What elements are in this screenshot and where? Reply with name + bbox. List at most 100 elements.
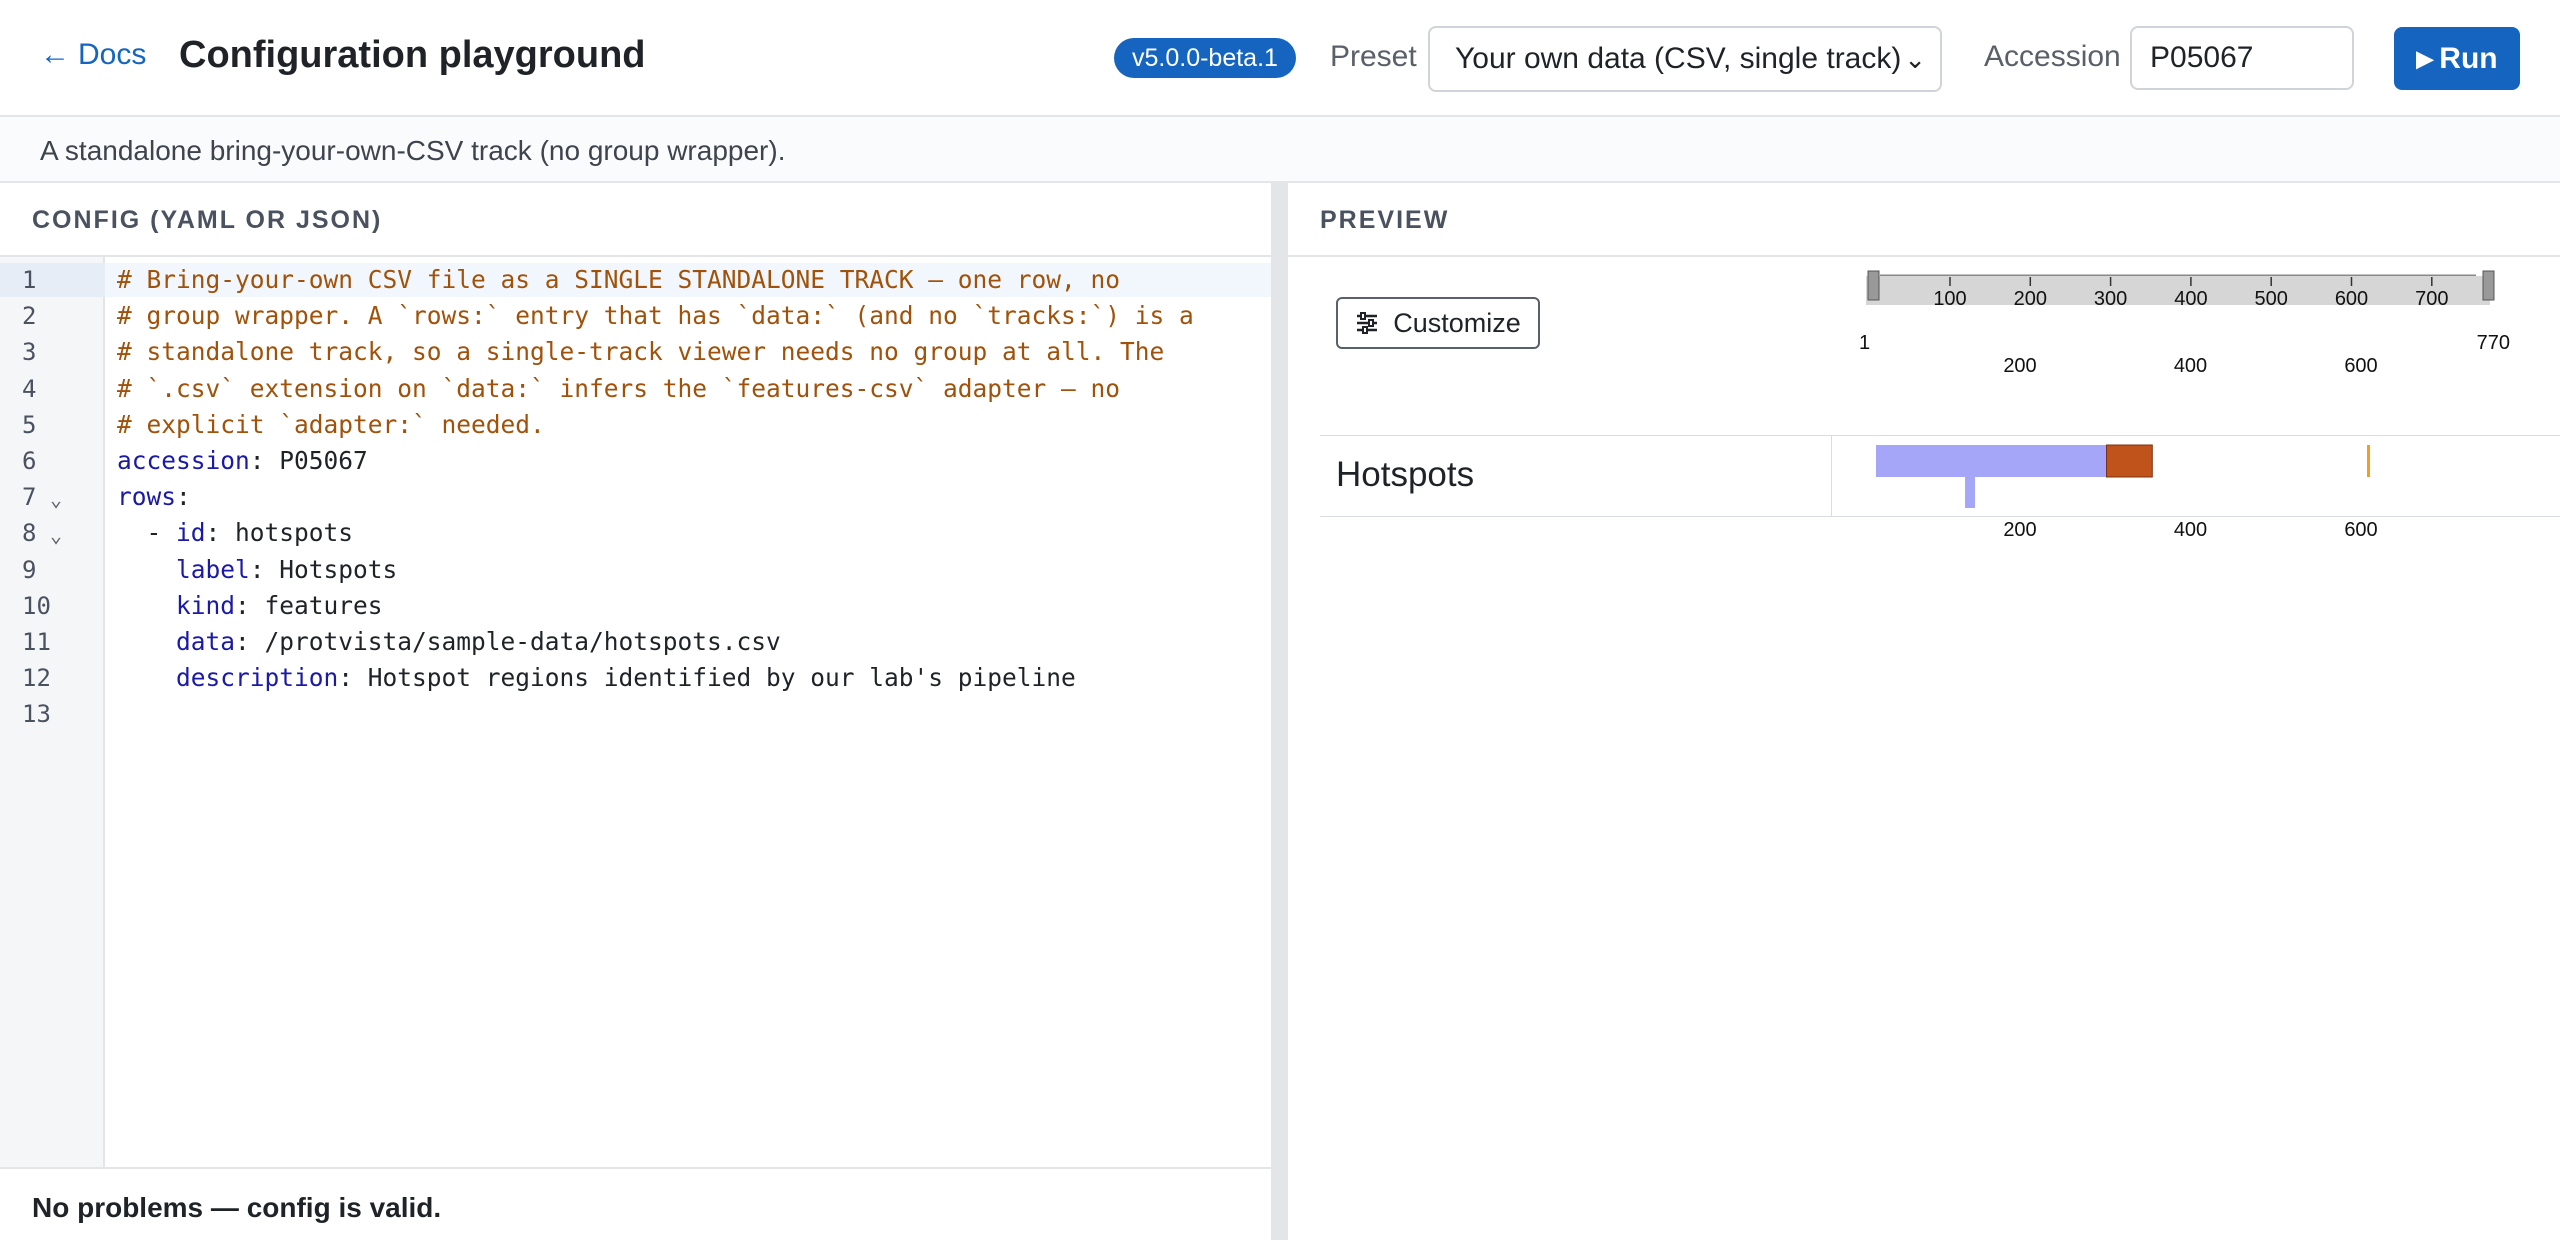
line-number-text: 1 [22,266,37,294]
line-number-text: 6 [22,446,37,475]
yaml-value: hotspots [220,518,354,548]
line-number-text: 11 [22,627,51,656]
line-number: 4 [0,372,105,408]
track-feature[interactable] [2367,445,2371,477]
code-indent: - [117,518,177,548]
yaml-value: P05067 [264,445,368,475]
code-line: # Bring-your-own CSV file as a SINGLE ST… [117,263,1271,299]
ruler-tick-label: 400 [2174,288,2207,310]
preset-select-value: Your own data (CSV, single track) [1455,42,1902,75]
track-feature[interactable] [1876,445,2107,477]
version-badge: v5.0.0-beta.1 [1114,38,1296,78]
code-line: - id: hotspots [117,518,354,548]
yaml-key: accession [117,445,250,475]
ruler-tick-label: 600 [2335,288,2368,310]
ruler-tick-label: 200 [2014,288,2047,310]
pane-resize-handle[interactable] [1271,183,1288,1240]
line-number-text: 5 [22,410,37,439]
preset-description: A standalone bring-your-own-CSV track (n… [40,135,786,166]
ruler-tick-label: 300 [2094,288,2127,310]
line-number-text: 9 [22,555,37,584]
docs-back-link[interactable]: ← Docs [40,38,146,72]
yaml-key: kind [176,590,236,620]
yaml-key: data [176,626,236,656]
code-editor[interactable]: # Bring-your-own CSV file as a SINGLE ST… [117,263,1271,733]
preset-description-bar: A standalone bring-your-own-CSV track (n… [0,117,2560,183]
line-number: 7 ⌄ [0,480,105,516]
preset-label: Preset [1330,40,1417,73]
code-comment: # Bring-your-own CSV file as a SINGLE ST… [117,265,1121,294]
line-number-text: 3 [22,338,37,367]
code-line: # group wrapper. A `rows:` entry that ha… [117,299,1271,335]
code-line: # `.csv` extension on `data:` infers the… [117,372,1271,408]
overview-tick-label: 600 [2344,355,2377,377]
track-axis-tick-label: 400 [2174,519,2207,541]
spacer [1874,261,1877,262]
run-button-label: Run [2439,41,2498,75]
line-number: 6 [0,444,105,480]
validation-status: No problems — config is valid. [32,1192,442,1223]
accession-label: Accession [1984,40,2121,73]
divider [0,1167,1271,1169]
code-line: accession: P05067 [117,445,368,475]
track-label: Hotspots [1336,455,1475,494]
line-number-text: 7 [22,483,37,512]
config-heading: CONFIG (YAML OR JSON) [32,206,383,234]
line-number: 8 ⌄ [0,516,105,552]
line-number: 3 [0,335,105,371]
arrow-left-icon: ← [40,38,70,71]
sequence-end-label: 770 [2477,332,2510,354]
divider [1831,435,1832,517]
ruler-tick-label: 100 [1933,288,1966,310]
line-number-text: 10 [22,591,51,620]
line-number-text: 12 [22,664,51,693]
yaml-value: Hotspot regions identified by our lab's … [353,663,1076,693]
chevron-down-icon: ⌄ [1904,44,1926,74]
accession-input[interactable]: P05067 [2130,26,2354,90]
run-button[interactable]: ▶ Run [2394,27,2520,90]
line-number-text: 2 [22,302,37,331]
brush-handle-right[interactable] [2482,270,2495,301]
line-number: 1 [0,263,105,299]
fold-chevron-icon[interactable]: ⌄ [50,518,62,552]
yaml-value: features [249,590,383,620]
code-line: kind: features [117,589,1271,625]
page-title: Configuration playground [179,34,646,76]
play-icon: ▶ [2416,45,2434,71]
brush-handle-left[interactable] [1867,270,1880,301]
sequence-navigation[interactable]: 100 200 300 400 500 600 700 1 770 200 400 600 200 400… [1288,183,2560,543]
divider [0,255,1271,257]
code-line: # standalone track, so a single-track vi… [117,335,1271,371]
track-axis-tick-label: 200 [2003,519,2036,541]
overview-tick-label: 400 [2174,355,2207,377]
yaml-key: description [176,663,339,693]
line-number-text: 8 [22,519,37,548]
docs-link-label: Docs [78,38,147,71]
ruler-tick-label: 700 [2415,288,2448,310]
code-line: rows: [117,482,191,512]
fold-chevron-icon[interactable]: ⌄ [50,482,62,516]
preview-pane: PREVIEW Customize 100 200 300 400 500 600 700 1… [1288,183,2560,1240]
code-line: label: Hotspots [117,553,1271,589]
line-number: 13 [0,697,105,733]
divider [1320,516,2560,517]
line-number: 2 [0,299,105,335]
track-feature[interactable] [2106,444,2153,478]
track-axis-tick-label: 600 [2344,519,2377,541]
preset-select[interactable]: Your own data (CSV, single track) ⌄ [1428,26,1942,92]
code-comment: # explicit `adapter:` needed. [117,409,545,439]
code-line: description: Hotspot regions identified … [117,661,1271,697]
sequence-start-label: 1 [1859,332,1870,354]
yaml-key: label [176,554,250,584]
yaml-value: Hotspots [264,554,398,584]
line-number-text: 4 [22,374,37,403]
track-feature[interactable] [1965,477,1976,508]
code-comment: # `.csv` extension on `data:` infers the… [117,373,1121,403]
code-comment: # standalone track, so a single-track vi… [117,337,1165,367]
code-line: data: /protvista/sample-data/hotspots.cs… [117,625,1271,661]
line-number: 10 [0,589,105,625]
config-editor-pane: CONFIG (YAML OR JSON) 1 2 3 4 5 6 7 ⌄ 8 ⌄ 9 10 11 12 1… [0,183,1271,1240]
